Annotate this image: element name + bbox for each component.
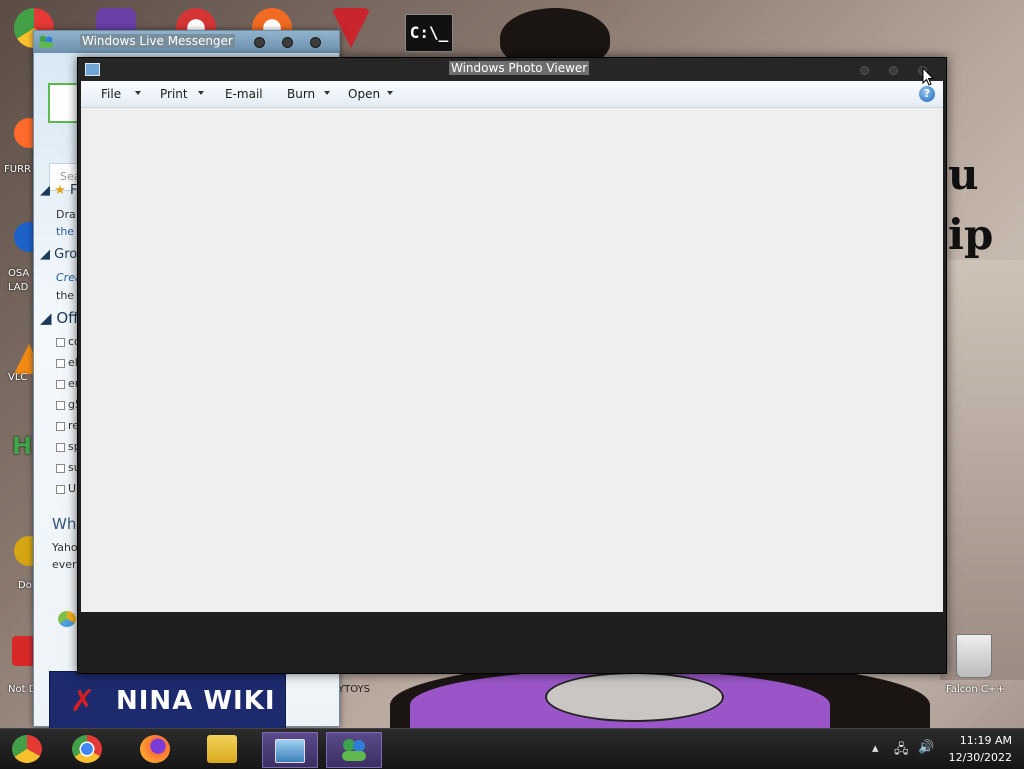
chrome-icon xyxy=(12,735,42,763)
wallpaper-text: ip xyxy=(948,210,994,259)
minimize-button[interactable] xyxy=(254,37,265,48)
contact-item[interactable]: U xyxy=(68,482,76,495)
chrome-icon xyxy=(72,735,102,763)
messenger-title: Windows Live Messenger xyxy=(80,34,235,48)
cmd-icon[interactable]: C:\_ xyxy=(405,14,453,52)
messenger-icon xyxy=(38,34,54,49)
contact-status-icon xyxy=(56,380,65,389)
contact-status-icon xyxy=(56,422,65,431)
clock-date[interactable]: 12/30/2022 xyxy=(930,751,1012,764)
clock-time[interactable]: 11:19 AM xyxy=(930,734,1012,747)
desktop-icon-label: VLC xyxy=(8,372,28,383)
firefox-icon xyxy=(140,735,170,763)
whats-new-text: ever xyxy=(52,558,77,571)
star-icon: ★ xyxy=(54,183,66,198)
file-explorer-icon[interactable] xyxy=(195,732,249,766)
favorites-hint: Dra xyxy=(56,208,76,221)
close-button[interactable] xyxy=(310,37,321,48)
messenger-taskbar-icon[interactable] xyxy=(326,732,382,768)
contact-status-icon xyxy=(56,485,65,494)
desktop-icon-label: Do xyxy=(18,580,32,591)
firefox-taskbar-icon[interactable] xyxy=(128,732,182,766)
folder-icon xyxy=(207,735,237,763)
menu-print[interactable]: Print xyxy=(160,87,188,101)
recycle-bin-icon[interactable] xyxy=(956,634,992,678)
desktop-icon-label: H xyxy=(12,432,33,460)
contact-status-icon xyxy=(56,401,65,410)
network-icon[interactable]: 🖧 xyxy=(894,740,909,762)
photo-viewer-icon xyxy=(85,63,100,76)
menu-open[interactable]: Open xyxy=(348,87,380,101)
contact-status-icon xyxy=(56,443,65,452)
chrome-taskbar-icon-2[interactable] xyxy=(60,732,114,766)
desktop-icon-label: OSA xyxy=(8,268,30,279)
photo-viewer-taskbar-icon[interactable] xyxy=(262,732,318,768)
photo-viewer-window: Windows Photo Viewer File Print E-mail B… xyxy=(77,57,947,674)
favorites-group[interactable]: ◢ ★ F xyxy=(40,183,77,198)
menu-file[interactable]: File xyxy=(101,87,121,101)
photo-viewer-title: Windows Photo Viewer xyxy=(449,61,590,75)
photo-icon xyxy=(275,739,305,763)
expand-arrow-icon: ◢ xyxy=(40,183,50,198)
wallpaper-cabinet xyxy=(940,260,1024,680)
chevron-down-icon[interactable] xyxy=(135,91,141,95)
desktop-icon-label: LAD xyxy=(8,282,29,293)
offline-group[interactable]: ◢ Off xyxy=(40,309,78,327)
messenger-icon xyxy=(339,736,369,764)
recycle-bin-label: Falcon C++ xyxy=(946,684,1005,695)
wallpaper-shape xyxy=(545,672,724,722)
maximize-button[interactable] xyxy=(282,37,293,48)
chevron-down-icon[interactable] xyxy=(324,91,330,95)
contact-status-icon xyxy=(56,464,65,473)
desktop-icon-label: YTOYS xyxy=(338,684,370,695)
menu-burn[interactable]: Burn xyxy=(287,87,315,101)
menu-email[interactable]: E-mail xyxy=(225,87,263,101)
msn-butterfly-icon xyxy=(58,611,76,627)
favorites-hint: the xyxy=(56,225,75,238)
whats-new-text: Yaho xyxy=(52,541,78,554)
menu-bar: File Print E-mail Burn Open ? xyxy=(81,81,943,108)
groups-hint: the xyxy=(56,289,75,302)
viewer-control-bar xyxy=(78,613,946,673)
desktop-icon-label: FURR xyxy=(4,164,31,175)
ad-banner[interactable]: ✗ NINA WIKI xyxy=(49,671,286,733)
expand-arrow-icon: ◢ xyxy=(40,247,50,262)
photo-viewer-titlebar[interactable]: Windows Photo Viewer xyxy=(78,58,946,81)
minimize-button[interactable] xyxy=(860,66,869,75)
chrome-taskbar-icon[interactable] xyxy=(0,732,54,766)
banner-text: NINA WIKI xyxy=(116,686,276,716)
chevron-down-icon[interactable] xyxy=(198,91,204,95)
expand-arrow-icon: ◢ xyxy=(40,309,52,327)
messenger-titlebar[interactable]: Windows Live Messenger xyxy=(34,31,339,53)
help-icon[interactable]: ? xyxy=(919,86,935,102)
wallpaper-text: u xyxy=(948,150,979,199)
mouse-cursor-icon xyxy=(922,67,934,86)
taskbar: ▴ 🖧 🔊 11:19 AM 12/30/2022 xyxy=(0,728,1024,769)
image-canvas[interactable] xyxy=(81,108,943,612)
chevron-down-icon[interactable] xyxy=(387,91,393,95)
banner-logo-icon: ✗ xyxy=(70,684,96,719)
contact-status-icon xyxy=(56,338,65,347)
maximize-button[interactable] xyxy=(889,66,898,75)
show-hidden-icons-icon[interactable]: ▴ xyxy=(872,741,879,756)
contact-status-icon xyxy=(56,359,65,368)
